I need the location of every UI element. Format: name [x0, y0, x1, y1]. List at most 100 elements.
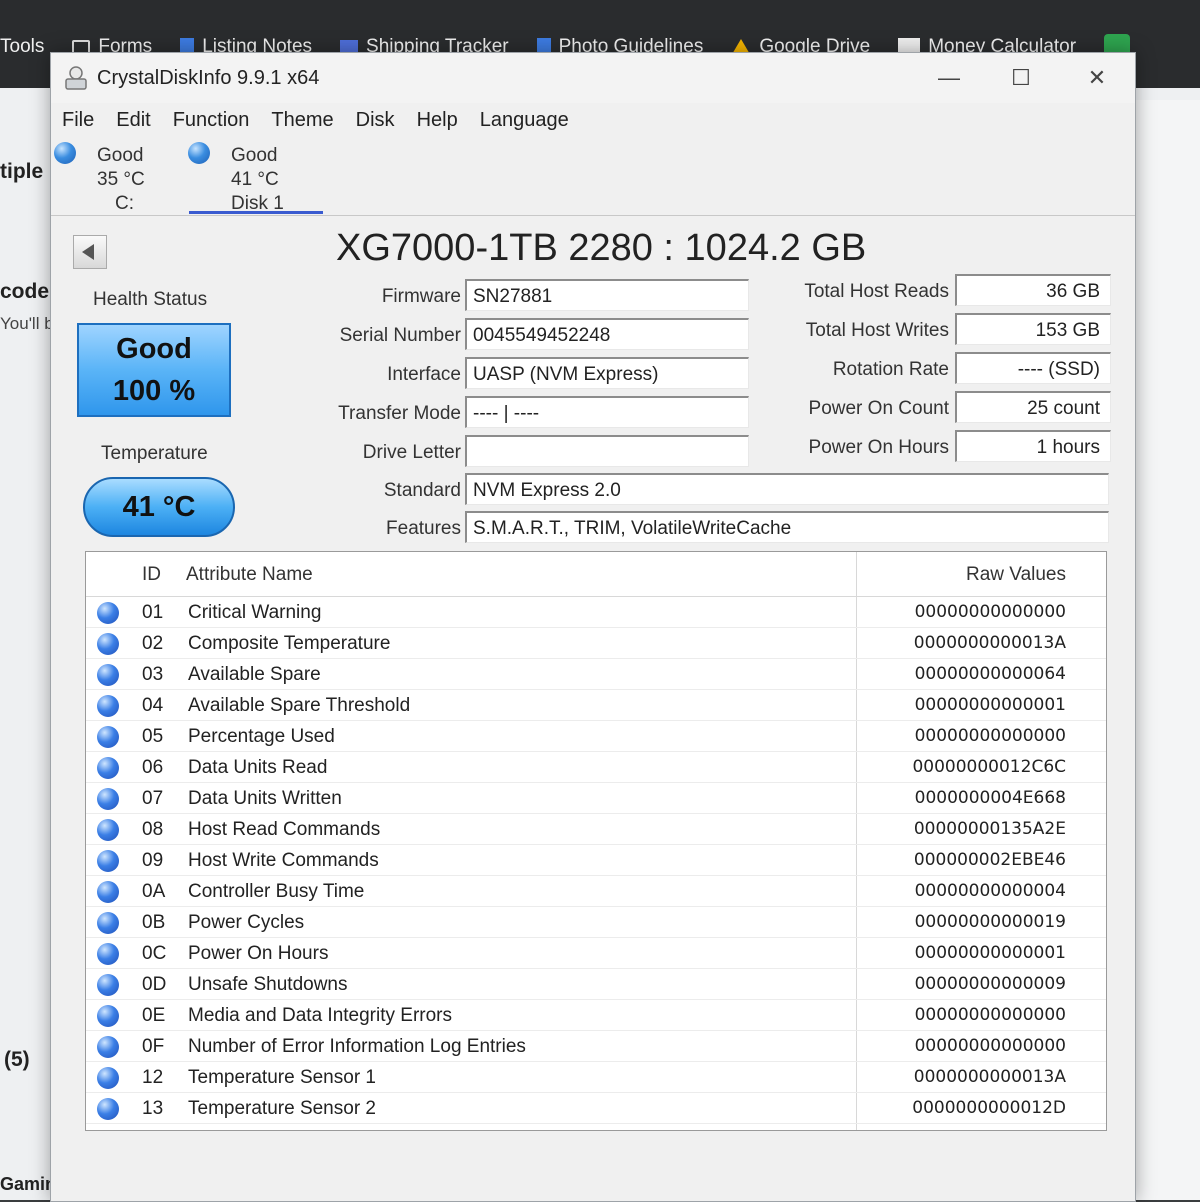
disk-tab-temp: 41 °C: [231, 169, 279, 190]
column-header-raw-values[interactable]: Raw Values: [966, 564, 1066, 586]
table-row[interactable]: 13 Temperature Sensor 2 0000000000012D: [86, 1094, 1106, 1124]
table-row[interactable]: 0B Power Cycles 00000000000019: [86, 908, 1106, 938]
status-good-icon: [97, 695, 119, 717]
power-on-hours-label: Power On Hours: [808, 437, 949, 458]
attribute-raw-value: 00000000000019: [914, 912, 1066, 932]
table-row[interactable]: 01 Critical Warning 00000000000000: [86, 598, 1106, 628]
attribute-name: Available Spare: [188, 664, 321, 685]
previous-disk-button[interactable]: [73, 235, 107, 269]
firmware-value: SN27881: [465, 279, 749, 311]
smart-attributes-table[interactable]: ID Attribute Name Raw Values 01 Critical …: [85, 551, 1107, 1131]
table-row[interactable]: 06 Data Units Read 00000000012C6C: [86, 753, 1106, 783]
power-on-count-label: Power On Count: [808, 398, 949, 419]
bg-text-fragment: tiple I: [0, 160, 55, 183]
total-host-writes-label: Total Host Writes: [805, 320, 949, 341]
rotation-rate-value: ---- (SSD): [955, 352, 1111, 384]
disk-tab-temp: 35 °C: [97, 169, 145, 190]
attribute-name: Number of Error Information Log Entries: [188, 1036, 526, 1057]
total-host-reads-label: Total Host Reads: [804, 281, 949, 302]
window-title: CrystalDiskInfo 9.9.1 x64: [97, 67, 320, 89]
status-good-icon: [97, 819, 119, 841]
table-row[interactable]: 07 Data Units Written 0000000004E668: [86, 784, 1106, 814]
attribute-name: Data Units Read: [188, 757, 328, 778]
minimize-button[interactable]: —: [929, 61, 969, 95]
column-header-id[interactable]: ID: [142, 564, 161, 586]
attribute-id: 0D: [142, 974, 167, 995]
title-bar[interactable]: CrystalDiskInfo 9.9.1 x64 — ☐ ✕: [51, 53, 1135, 103]
table-row[interactable]: 03 Available Spare 00000000000064: [86, 660, 1106, 690]
status-good-icon: [97, 850, 119, 872]
menu-disk[interactable]: Disk: [345, 105, 406, 135]
status-good-icon: [97, 1036, 119, 1058]
attribute-name: Host Write Commands: [188, 850, 379, 871]
divider: [51, 215, 1135, 216]
disk-tab-c[interactable]: Good 35 °C C:: [54, 137, 189, 215]
attribute-name: Host Read Commands: [188, 819, 381, 840]
table-row[interactable]: 09 Host Write Commands 000000002EBE46: [86, 846, 1106, 876]
attribute-id: 05: [142, 726, 164, 747]
rotation-rate-label: Rotation Rate: [832, 359, 949, 380]
drive-letter-label: Drive Letter: [362, 442, 461, 463]
attribute-name: Power On Hours: [188, 943, 329, 964]
bg-text-fragment: (5): [4, 1048, 30, 1071]
transfer-mode-label: Transfer Mode: [338, 403, 461, 424]
table-row[interactable]: 08 Host Read Commands 00000000135A2E: [86, 815, 1106, 845]
menu-theme[interactable]: Theme: [260, 105, 344, 135]
menu-function[interactable]: Function: [162, 105, 261, 135]
status-good-icon: [97, 1005, 119, 1027]
table-row[interactable]: 0E Media and Data Integrity Errors 0000000…: [86, 1001, 1106, 1031]
attribute-id: 02: [142, 633, 164, 654]
attribute-id: 0F: [142, 1036, 165, 1057]
attribute-raw-value: 00000000000009: [914, 974, 1066, 994]
disk-tab-status: Good: [97, 145, 144, 166]
health-status-badge[interactable]: Good 100 %: [77, 323, 231, 417]
attribute-name: Percentage Used: [188, 726, 335, 747]
attribute-id: 13: [142, 1098, 164, 1119]
attribute-raw-value: 0000000000013A: [913, 633, 1066, 653]
table-row[interactable]: 0F Number of Error Information Log Entrie…: [86, 1032, 1106, 1062]
table-row[interactable]: 12 Temperature Sensor 1 0000000000013A: [86, 1063, 1106, 1093]
health-percent: 100 %: [112, 375, 196, 407]
menu-language[interactable]: Language: [469, 105, 580, 135]
power-on-count-value: 25 count: [955, 391, 1111, 423]
total-host-writes-value: 153 GB: [955, 313, 1111, 345]
standard-value: NVM Express 2.0: [465, 473, 1109, 505]
crystaldiskinfo-window: CrystalDiskInfo 9.9.1 x64 — ☐ ✕ File Edi…: [50, 52, 1136, 1202]
table-row[interactable]: 0A Controller Busy Time 00000000000004: [86, 877, 1106, 907]
attribute-raw-value: 00000000000001: [914, 943, 1066, 963]
attribute-raw-value: 00000000000001: [914, 695, 1066, 715]
table-row[interactable]: 02 Composite Temperature 0000000000013A: [86, 629, 1106, 659]
active-tab-indicator: [189, 211, 323, 214]
temperature-badge[interactable]: 41 °C: [83, 477, 235, 537]
attribute-raw-value: 00000000135A2E: [913, 819, 1066, 839]
menu-edit[interactable]: Edit: [105, 105, 161, 135]
attribute-name: Available Spare Threshold: [188, 695, 411, 716]
attribute-raw-value: 00000000000000: [914, 726, 1066, 746]
table-row[interactable]: 05 Percentage Used 00000000000000: [86, 722, 1106, 752]
column-header-attribute-name[interactable]: Attribute Name: [186, 564, 313, 586]
attribute-id: 01: [142, 602, 164, 623]
menu-help[interactable]: Help: [406, 105, 469, 135]
status-good-icon: [97, 602, 119, 624]
disk-tab-disk1[interactable]: Good 41 °C Disk 1: [188, 137, 323, 215]
health-status-value: Good: [116, 333, 192, 365]
menu-file[interactable]: File: [51, 105, 105, 135]
attribute-name: Power Cycles: [188, 912, 305, 933]
maximize-button[interactable]: ☐: [1001, 61, 1041, 95]
attribute-name: Data Units Written: [188, 788, 342, 809]
attribute-id: 04: [142, 695, 164, 716]
status-good-icon: [97, 664, 119, 686]
status-good-icon: [97, 757, 119, 779]
table-row[interactable]: 0C Power On Hours 00000000000001: [86, 939, 1106, 969]
attribute-id: 09: [142, 850, 164, 871]
status-good-icon: [97, 881, 119, 903]
attribute-id: 0B: [142, 912, 166, 933]
bookmark-tools[interactable]: Tools: [0, 36, 44, 58]
attribute-name: Temperature Sensor 2: [188, 1098, 376, 1119]
table-row[interactable]: 04 Available Spare Threshold 0000000000000…: [86, 691, 1106, 721]
attribute-id: 0A: [142, 881, 166, 902]
close-button[interactable]: ✕: [1077, 61, 1117, 95]
interface-value: UASP (NVM Express): [465, 357, 749, 389]
disk-tabs: Good 35 °C C: Good 41 °C Disk 1: [51, 137, 1135, 215]
table-row[interactable]: 0D Unsafe Shutdowns 00000000000009: [86, 970, 1106, 1000]
